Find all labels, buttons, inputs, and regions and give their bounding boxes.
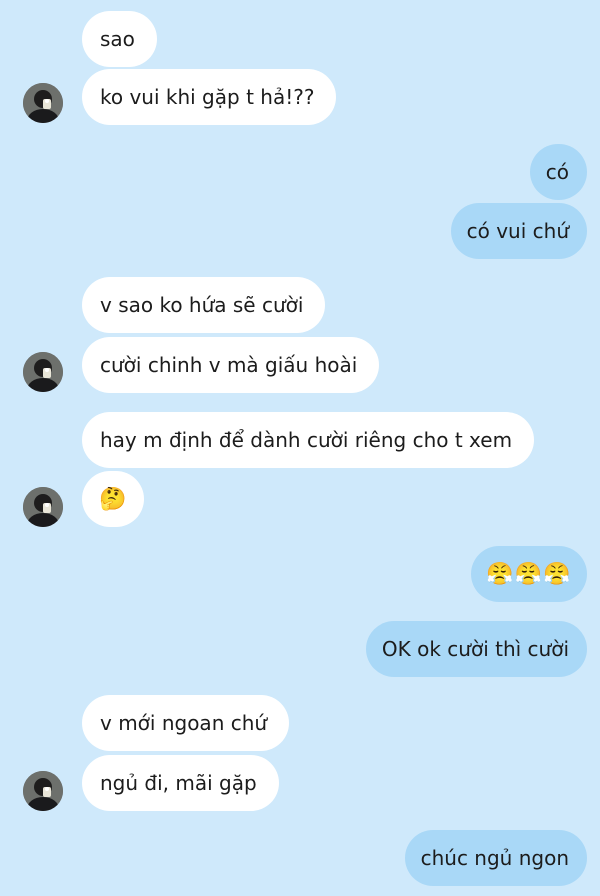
contact-avatar[interactable] [23, 352, 63, 392]
incoming-message[interactable]: sao [82, 11, 157, 67]
message-text: có vui chứ [466, 219, 569, 243]
contact-avatar[interactable] [23, 771, 63, 811]
message-text: v mới ngoan chứ [100, 711, 268, 735]
message-text: ngủ đi, mãi gặp [100, 771, 257, 795]
outgoing-message[interactable]: có vui chứ [450, 203, 587, 259]
avatar-photo-icon [23, 352, 63, 392]
message-text: ko vui khi gặp t hả!?? [100, 85, 315, 109]
avatar-photo-icon [23, 83, 63, 123]
incoming-emoji-message[interactable]: 🤔 [82, 471, 144, 527]
incoming-message[interactable]: v sao ko hứa sẽ cười [82, 277, 326, 333]
outgoing-emoji-message[interactable]: 😤😤😤 [471, 546, 587, 602]
incoming-message[interactable]: ngủ đi, mãi gặp [82, 755, 279, 811]
thinking-face-emoji: 🤔 [99, 486, 127, 512]
face-with-steam-emoji: 😤😤😤 [486, 561, 572, 587]
incoming-message[interactable]: v mới ngoan chứ [82, 695, 290, 751]
message-text: sao [100, 27, 135, 51]
outgoing-message[interactable]: có [529, 144, 587, 200]
message-text: v sao ko hứa sẽ cười [100, 293, 304, 317]
incoming-message[interactable]: cười chinh v mà giấu hoài [82, 337, 380, 393]
message-text: có [545, 160, 569, 184]
outgoing-message[interactable]: OK ok cười thì cười [365, 621, 587, 677]
message-text: OK ok cười thì cười [381, 637, 569, 661]
incoming-message[interactable]: hay m định để dành cười riêng cho t xem [82, 412, 535, 468]
contact-avatar[interactable] [23, 83, 63, 123]
contact-avatar[interactable] [23, 487, 63, 527]
avatar-photo-icon [23, 771, 63, 811]
outgoing-message[interactable]: chúc ngủ ngon [404, 830, 587, 886]
incoming-message[interactable]: ko vui khi gặp t hả!?? [82, 69, 337, 125]
message-text: cười chinh v mà giấu hoài [100, 353, 358, 377]
avatar-photo-icon [23, 487, 63, 527]
message-text: hay m định để dành cười riêng cho t xem [100, 428, 513, 452]
message-text: chúc ngủ ngon [420, 846, 569, 870]
